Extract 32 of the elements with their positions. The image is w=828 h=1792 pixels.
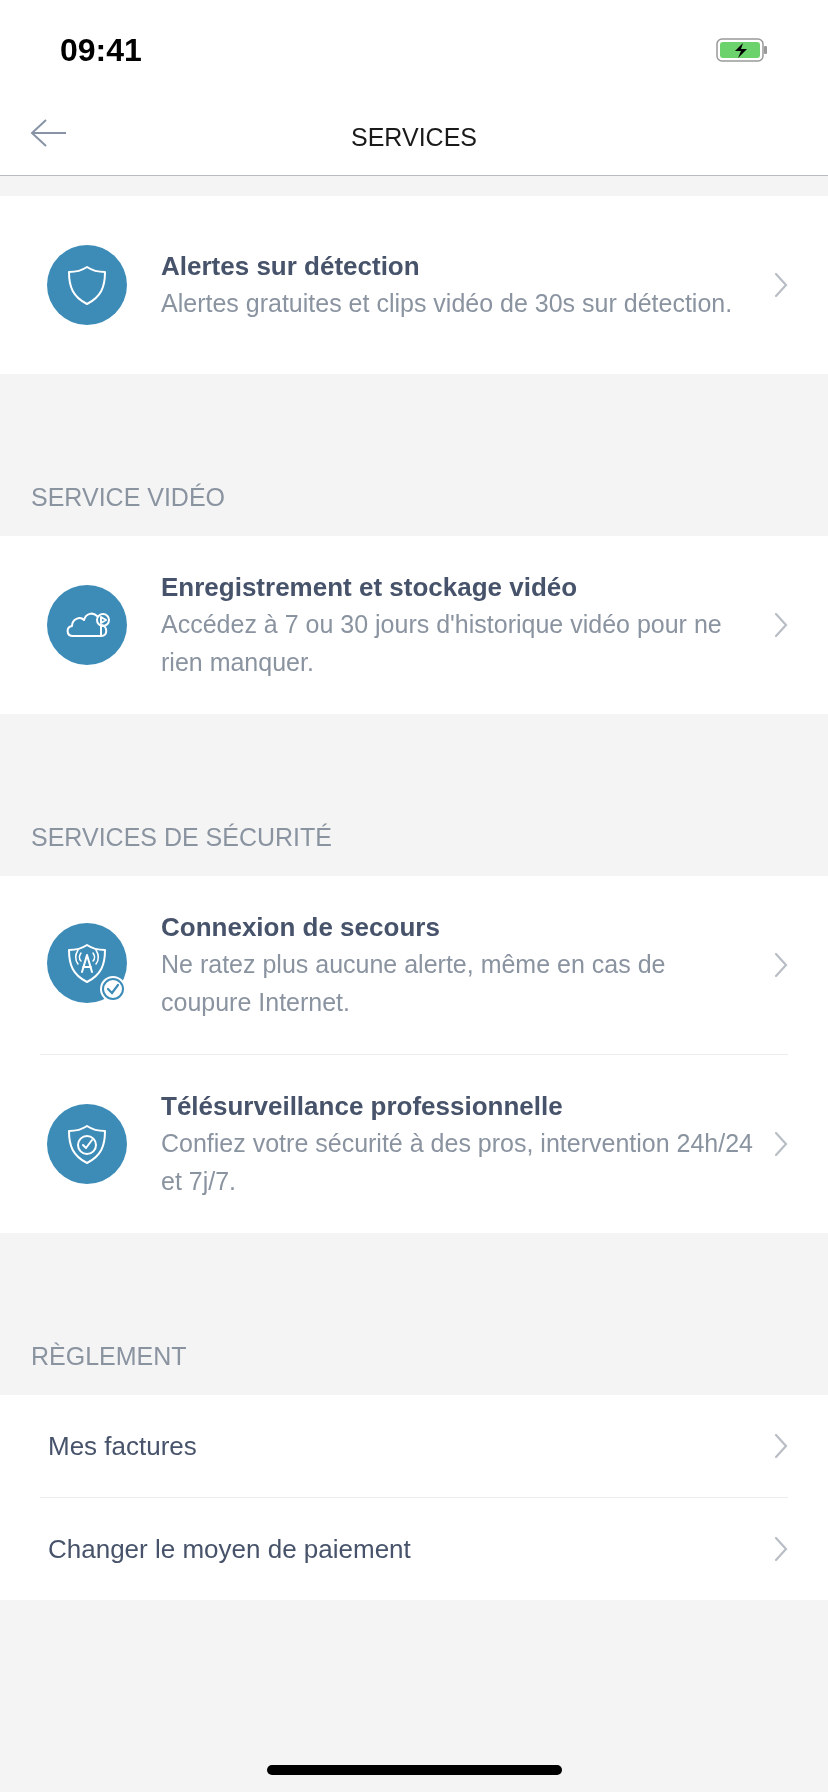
menu-row[interactable]: Changer le moyen de paiement: [0, 1498, 828, 1600]
menu-label: Mes factures: [48, 1429, 197, 1463]
service-row[interactable]: Télésurveillance professionnelle Confiez votre sécurité à des pros, intervention 24h/24 et 7j/7.: [0, 1055, 828, 1233]
menu-label: Changer le moyen de paiement: [48, 1532, 411, 1566]
status-time: 09:41: [60, 31, 142, 70]
shield-icon: [47, 245, 127, 325]
service-title: Enregistrement et stockage vidéo: [161, 571, 579, 604]
shield-check-icon: [47, 1104, 127, 1184]
section-header: SERVICES DE SÉCURITÉ: [31, 821, 332, 853]
chevron-right-icon: [774, 1433, 788, 1459]
service-description: Accédez à 7 ou 30 jours d'historique vidéo pour ne rien manquer.: [161, 609, 723, 678]
chevron-right-icon: [774, 612, 788, 638]
chevron-right-icon: [774, 272, 788, 298]
service-row[interactable]: Enregistrement et stockage vidéo Accédez à 7 ou 30 jours d'historique vidéo pour ne rien manquer.: [0, 536, 828, 714]
service-description: Confiez votre sécurité à des pros, intervention 24h/24 et 7j/7.: [161, 1128, 754, 1197]
section-header: SERVICE VIDÉO: [31, 481, 226, 513]
section-header: RÈGLEMENT: [31, 1340, 187, 1372]
page-title: SERVICES: [351, 121, 477, 153]
service-description: Alertes gratuites et clips vidéo de 30s sur détection.: [161, 288, 734, 319]
chevron-right-icon: [774, 952, 788, 978]
service-title: Télésurveillance professionnelle: [161, 1090, 564, 1123]
service-description: Ne ratez plus aucune alerte, même en cas de coupure Internet.: [161, 949, 667, 1018]
menu-row[interactable]: Mes factures: [0, 1395, 828, 1497]
service-row[interactable]: Alertes sur détection Alertes gratuites et clips vidéo de 30s sur détection.: [0, 196, 828, 374]
service-title: Alertes sur détection: [161, 250, 421, 283]
service-row[interactable]: Connexion de secours Ne ratez plus aucune alerte, même en cas de coupure Internet.: [0, 876, 828, 1054]
service-title: Connexion de secours: [161, 911, 441, 944]
chevron-right-icon: [774, 1536, 788, 1562]
battery-icon: [716, 38, 768, 62]
cloud-play-icon: [47, 585, 127, 665]
back-arrow-icon: [30, 118, 68, 148]
chevron-right-icon: [774, 1131, 788, 1157]
